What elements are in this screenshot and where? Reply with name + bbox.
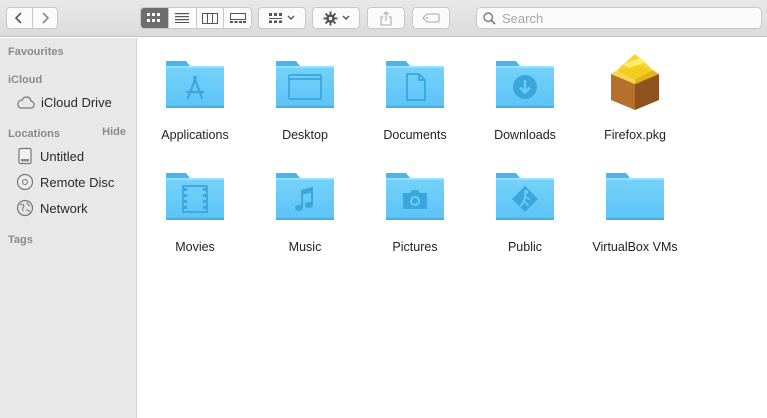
network-icon [16,199,34,217]
file-item[interactable]: Firefox.pkg [580,50,690,142]
file-item-label: Pictures [392,240,438,254]
sidebar-item-label: iCloud Drive [41,94,112,110]
desktop-folder-icon [273,50,337,114]
file-grid: Applications Desktop Documents Downloads… [137,38,767,418]
file-item[interactable]: Movies [140,162,250,254]
file-item[interactable]: Pictures [360,162,470,254]
file-item[interactable]: Music [250,162,360,254]
back-button[interactable] [7,8,32,28]
chevron-left-icon [15,12,22,24]
icon-view-button[interactable] [141,8,168,28]
documents-folder-icon [383,50,447,114]
column-view-button[interactable] [195,8,224,28]
package-icon [611,54,659,110]
gallery-view-icon [229,12,246,23]
share-button[interactable] [367,7,405,29]
gear-icon [322,10,338,26]
locations-header: Locations [8,128,60,140]
folder-icon [603,162,667,226]
toolbar [0,0,767,37]
file-item[interactable]: Documents [360,50,470,142]
file-item-label: Documents [383,128,447,142]
forward-button[interactable] [31,8,58,28]
chevron-down-icon [342,15,349,20]
disc-icon [16,173,34,191]
search-input[interactable] [502,10,742,26]
applications-folder-icon [163,50,227,114]
sidebar-item-label: Untitled [40,148,85,164]
sidebar-item-remote-disc[interactable]: Remote Disc [16,172,114,192]
sidebar-item-untitled[interactable]: Untitled [16,146,84,166]
sidebar-item-label: Remote Disc [40,174,115,190]
group-by-button[interactable] [258,7,306,29]
nav-buttons [6,7,58,29]
chevron-right-icon [42,12,49,24]
public-folder-icon [493,162,557,226]
file-item-label: Desktop [282,128,328,142]
icon-view-icon [147,13,161,22]
file-item[interactable]: Applications [140,50,250,142]
file-item-label: Movies [175,240,215,254]
icloud-header: iCloud [8,74,43,86]
list-view-icon [175,13,190,23]
gallery-view-button[interactable] [223,8,251,28]
group-icon [269,13,282,23]
share-icon [380,10,392,26]
tags-header: Tags [8,234,33,246]
tag-icon [422,13,440,23]
drive-icon [18,147,32,165]
file-item-label: Music [288,240,322,254]
file-item-label: Firefox.pkg [604,128,666,142]
file-item-label: Public [507,240,543,254]
file-item[interactable]: VirtualBox VMs [580,162,690,254]
downloads-folder-icon [493,50,557,114]
music-folder-icon [273,162,337,226]
favourites-header: Favourites [8,46,64,58]
list-view-button[interactable] [167,8,196,28]
file-item-label: Applications [161,128,229,142]
movies-folder-icon [163,162,227,226]
sidebar-item-label: Network [40,200,88,216]
tag-button[interactable] [412,7,450,29]
pictures-folder-icon [383,162,447,226]
sidebar-item-icloud-drive[interactable]: iCloud Drive [16,92,112,112]
sidebar: Favourites iCloud iCloud Drive Locations… [0,38,137,418]
view-mode-group [140,7,252,29]
action-button[interactable] [312,7,360,29]
file-item[interactable]: Downloads [470,50,580,142]
file-item-label: VirtualBox VMs [592,240,678,254]
hide-locations-button[interactable]: Hide [102,126,126,138]
column-view-icon [201,12,218,24]
search-icon [483,11,496,25]
cloud-icon [17,96,35,109]
sidebar-item-network[interactable]: Network [16,198,88,218]
file-item[interactable]: Desktop [250,50,360,142]
file-item-label: Downloads [494,128,556,142]
file-item[interactable]: Public [470,162,580,254]
search-field[interactable] [476,7,762,29]
chevron-down-icon [287,15,295,20]
